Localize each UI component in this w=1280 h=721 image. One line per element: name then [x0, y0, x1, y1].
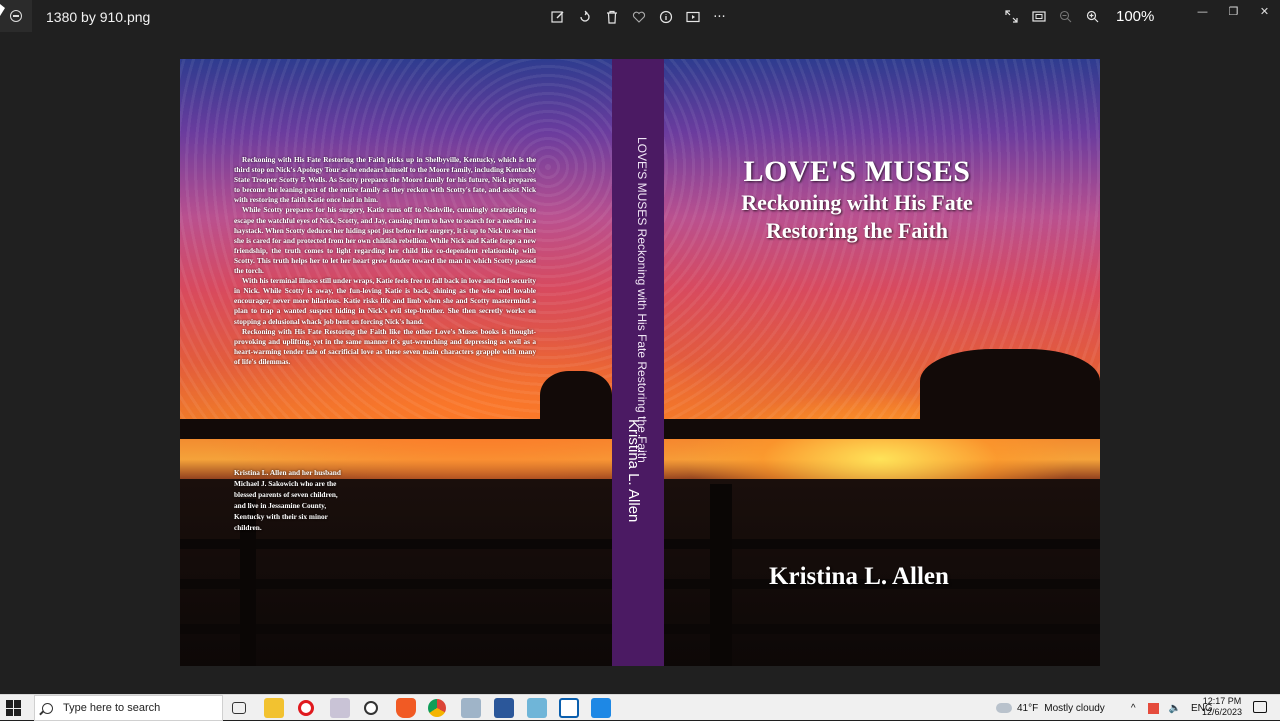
- zoom-level: 100%: [1116, 7, 1155, 25]
- blurb-paragraph: Reckoning with His Fate Restoring the Fa…: [234, 155, 536, 205]
- zoom-out-icon[interactable]: [1056, 7, 1075, 25]
- series-title: LOVE'S MUSES: [743, 155, 971, 188]
- clock-date: 12/6/2023: [1201, 707, 1243, 717]
- chevron-up-icon[interactable]: ^: [1131, 703, 1136, 714]
- app-icon[interactable]: [527, 698, 547, 718]
- camera-app-icon[interactable]: [559, 698, 579, 718]
- photos-taskbar-icon[interactable]: [591, 698, 611, 718]
- more-options-button[interactable]: ···: [710, 8, 729, 26]
- weather-icon: [996, 703, 1012, 713]
- file-explorer-icon[interactable]: [264, 698, 284, 718]
- title-bar: 1380 by 910.png ··· 100% — ❐ ✕: [0, 0, 1280, 34]
- pen-app-icon[interactable]: [330, 698, 350, 718]
- book-subtitle-line1: Reckoning wiht His Fate: [741, 190, 973, 215]
- bio-line: blessed parents of seven children,: [234, 490, 338, 499]
- mouse-pointer-icon: [0, 4, 5, 16]
- photo-viewer-icon[interactable]: [461, 698, 481, 718]
- file-name: 1380 by 910.png: [46, 9, 151, 25]
- clock-time: 12:17 PM: [1202, 696, 1242, 706]
- front-cover-author: Kristina L. Allen: [769, 563, 949, 590]
- front-cover-title: LOVE'S MUSES Reckoning wiht His Fate Res…: [666, 155, 1048, 245]
- weather-temp[interactable]: 41°F: [1017, 703, 1038, 714]
- image-toolbar: ···: [548, 8, 729, 26]
- heart-icon[interactable]: [629, 8, 648, 26]
- search-placeholder: Type here to search: [63, 702, 161, 714]
- opera-icon[interactable]: [298, 700, 314, 716]
- restore-button[interactable]: ❐: [1218, 0, 1249, 22]
- bio-line: Kentucky with their six minor: [234, 512, 328, 521]
- spine-author: Kristina L. Allen: [625, 419, 642, 523]
- clock[interactable]: 12:17 PM 12/6/2023: [1198, 696, 1246, 718]
- trash-icon[interactable]: [602, 8, 621, 26]
- image-canvas: LOVE'S MUSES Reckoning with His Fate Res…: [180, 59, 1100, 666]
- speaker-icon[interactable]: 🔈: [1169, 703, 1181, 714]
- app-tray-icon[interactable]: [1147, 702, 1159, 714]
- settings-gear-icon[interactable]: [364, 701, 378, 715]
- weather-text[interactable]: Mostly cloudy: [1044, 703, 1105, 714]
- taskbar-search[interactable]: Type here to search: [34, 695, 223, 721]
- fullscreen-icon[interactable]: [1002, 7, 1021, 25]
- window-controls: — ❐ ✕: [1187, 0, 1280, 22]
- task-view-icon[interactable]: [232, 702, 246, 714]
- back-cover-blurb: Reckoning with His Fate Restoring the Fa…: [234, 155, 536, 367]
- spine-title: LOVE'S MUSES Reckoning with His Fate Res…: [635, 137, 649, 463]
- author-bio: Kristina L. Allen and her husband Michae…: [234, 467, 394, 533]
- edit-icon[interactable]: [548, 8, 567, 26]
- blurb-paragraph: While Scotty prepares for his surgery, K…: [234, 205, 536, 276]
- info-icon[interactable]: [656, 8, 675, 26]
- blurb-paragraph: With his terminal illness still under wr…: [234, 276, 536, 326]
- zoom-in-icon[interactable]: [1083, 7, 1102, 25]
- bio-line: and live in Jessamine County,: [234, 501, 327, 510]
- close-button[interactable]: ✕: [1249, 0, 1280, 22]
- taskbar: Type here to search 41°F Mostly cloudy ^…: [0, 694, 1280, 721]
- book-subtitle-line2: Restoring the Faith: [765, 218, 949, 243]
- blurb-paragraph: Reckoning with His Fate Restoring the Fa…: [234, 326, 536, 366]
- tree-silhouette: [920, 349, 1100, 429]
- view-tools: 100%: [1002, 7, 1154, 25]
- rotate-icon[interactable]: [575, 8, 594, 26]
- bio-line: Michael J. Sakowich who are the: [234, 479, 337, 488]
- minimize-button[interactable]: —: [1187, 0, 1218, 22]
- bio-line: children.: [234, 523, 262, 532]
- slideshow-icon[interactable]: [683, 8, 702, 26]
- chrome-icon[interactable]: [428, 699, 446, 717]
- system-tray: 41°F Mostly cloudy ^ 🔈 ENG: [996, 695, 1213, 721]
- windows-start-icon[interactable]: [6, 700, 22, 716]
- notification-icon[interactable]: [1253, 701, 1267, 713]
- word-icon[interactable]: [494, 698, 514, 718]
- search-icon: [42, 702, 53, 714]
- brave-icon[interactable]: [396, 698, 416, 718]
- bio-line: Kristina L. Allen and her husband: [234, 468, 341, 477]
- fit-to-window-icon[interactable]: [1029, 7, 1048, 25]
